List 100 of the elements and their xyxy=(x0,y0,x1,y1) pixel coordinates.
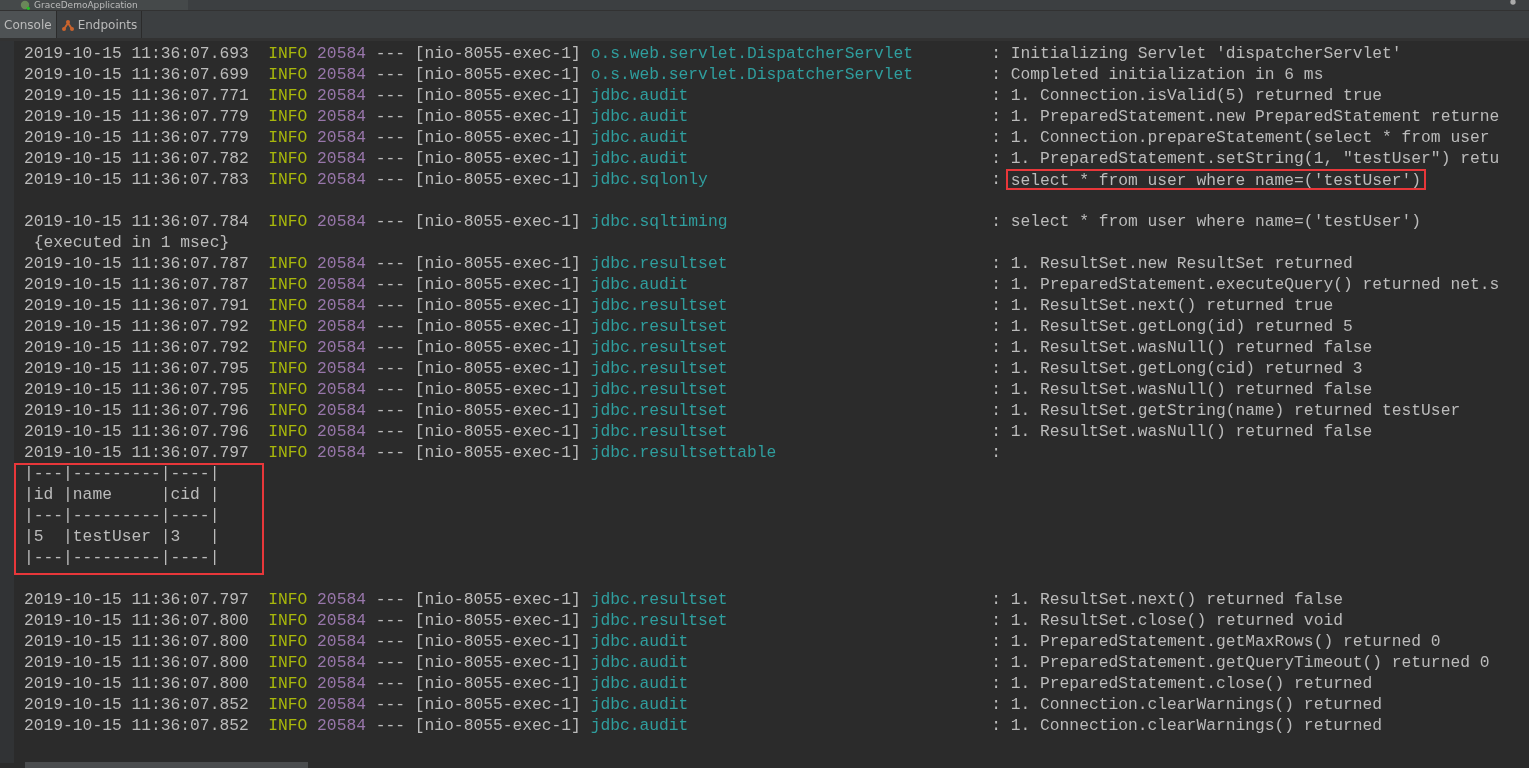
logger-name: jdbc.audit xyxy=(590,274,690,295)
process-id: 20584 xyxy=(317,169,367,190)
log-level: INFO xyxy=(268,253,309,274)
log-level: INFO xyxy=(268,316,309,337)
separator-dashes: --- xyxy=(375,274,406,295)
log-message: 1. ResultSet.next() returned false xyxy=(1010,589,1343,610)
logger-name: jdbc.audit xyxy=(590,694,690,715)
separator-dashes: --- xyxy=(375,169,406,190)
timestamp: 2019-10-15 11:36:07.779 xyxy=(24,127,250,148)
separator-colon: : xyxy=(991,379,1002,400)
run-tab[interactable]: GraceDemoApplication xyxy=(0,0,188,10)
log-level: INFO xyxy=(268,43,309,64)
logger-name: jdbc.resultsettable xyxy=(590,442,778,463)
thread-name: [nio-8055-exec-1] xyxy=(414,610,582,631)
separator-dashes: --- xyxy=(375,694,406,715)
thread-name: [nio-8055-exec-1] xyxy=(414,316,582,337)
console-tab[interactable]: Console xyxy=(0,11,57,38)
thread-name: [nio-8055-exec-1] xyxy=(414,295,582,316)
timestamp: 2019-10-15 11:36:07.693 xyxy=(24,43,250,64)
separator-dashes: --- xyxy=(375,421,406,442)
separator-dashes: --- xyxy=(375,589,406,610)
process-id: 20584 xyxy=(317,631,367,652)
process-id: 20584 xyxy=(317,652,367,673)
process-id: 20584 xyxy=(317,148,367,169)
log-level: INFO xyxy=(268,589,309,610)
log-level: INFO xyxy=(268,610,309,631)
separator-colon: : xyxy=(991,169,1002,190)
logger-name: jdbc.audit xyxy=(590,127,690,148)
logger-name: jdbc.audit xyxy=(590,652,690,673)
logger-name: jdbc.sqltiming xyxy=(590,211,729,232)
log-message: Completed initialization in 6 ms xyxy=(1010,64,1324,85)
log-message: 1. ResultSet.getString(name) returned testUser xyxy=(1010,400,1461,421)
separator-dashes: --- xyxy=(375,652,406,673)
thread-name: [nio-8055-exec-1] xyxy=(414,211,582,232)
thread-name: [nio-8055-exec-1] xyxy=(414,379,582,400)
result-table-line: |5 |testUser |3 | xyxy=(24,526,221,547)
thread-name: [nio-8055-exec-1] xyxy=(414,85,582,106)
log-level: INFO xyxy=(268,442,309,463)
timestamp: 2019-10-15 11:36:07.795 xyxy=(24,379,250,400)
separator-dashes: --- xyxy=(375,631,406,652)
timestamp: 2019-10-15 11:36:07.782 xyxy=(24,148,250,169)
process-id: 20584 xyxy=(317,316,367,337)
separator-dashes: --- xyxy=(375,358,406,379)
timestamp: 2019-10-15 11:36:07.852 xyxy=(24,715,250,736)
logger-name: jdbc.resultset xyxy=(590,253,729,274)
separator-colon: : xyxy=(991,295,1002,316)
log-message: 1. PreparedStatement.close() returned xyxy=(1010,673,1373,694)
separator-colon: : xyxy=(991,631,1002,652)
scrollbar-thumb[interactable] xyxy=(25,762,308,768)
thread-name: [nio-8055-exec-1] xyxy=(414,253,582,274)
timestamp: 2019-10-15 11:36:07.792 xyxy=(24,337,250,358)
log-message: 1. PreparedStatement.getQueryTimeout() returned 0 xyxy=(1010,652,1490,673)
thread-name: [nio-8055-exec-1] xyxy=(414,715,582,736)
thread-name: [nio-8055-exec-1] xyxy=(414,148,582,169)
process-id: 20584 xyxy=(317,274,367,295)
log-message: Initializing Servlet 'dispatcherServlet' xyxy=(1010,43,1402,64)
logger-name: jdbc.audit xyxy=(590,631,690,652)
log-message: 1. ResultSet.next() returned true xyxy=(1010,295,1334,316)
separator-colon: : xyxy=(991,421,1002,442)
separator-colon: : xyxy=(991,64,1002,85)
log-level: INFO xyxy=(268,148,309,169)
log-level: INFO xyxy=(268,64,309,85)
app-icon xyxy=(20,0,30,10)
log-level: INFO xyxy=(268,652,309,673)
log-message: 1. Connection.prepareStatement(select * from user xyxy=(1010,127,1490,148)
timestamp: 2019-10-15 11:36:07.800 xyxy=(24,631,250,652)
process-id: 20584 xyxy=(317,85,367,106)
timestamp: 2019-10-15 11:36:07.796 xyxy=(24,400,250,421)
thread-name: [nio-8055-exec-1] xyxy=(414,400,582,421)
thread-name: [nio-8055-exec-1] xyxy=(414,64,582,85)
process-id: 20584 xyxy=(317,421,367,442)
timestamp: 2019-10-15 11:36:07.792 xyxy=(24,316,250,337)
logger-name: jdbc.resultset xyxy=(590,421,729,442)
result-table-line: |---|---------|----| xyxy=(24,505,221,526)
log-level: INFO xyxy=(268,694,309,715)
process-id: 20584 xyxy=(317,253,367,274)
log-message: 1. ResultSet.wasNull() returned false xyxy=(1010,421,1373,442)
thread-name: [nio-8055-exec-1] xyxy=(414,589,582,610)
log-level: INFO xyxy=(268,127,309,148)
log-level: INFO xyxy=(268,400,309,421)
result-table-line: |---|---------|----| xyxy=(24,463,221,484)
log-level: INFO xyxy=(268,169,309,190)
separator-dashes: --- xyxy=(375,43,406,64)
log-message: 1. PreparedStatement.executeQuery() returned net.s xyxy=(1010,274,1500,295)
log-message: 1. Connection.clearWarnings() returned xyxy=(1010,715,1383,736)
separator-dashes: --- xyxy=(375,64,406,85)
separator-colon: : xyxy=(991,85,1002,106)
timestamp: 2019-10-15 11:36:07.784 xyxy=(24,211,250,232)
timestamp: 2019-10-15 11:36:07.797 xyxy=(24,442,250,463)
process-id: 20584 xyxy=(317,211,367,232)
log-message: 1. Connection.isValid(5) returned true xyxy=(1010,85,1383,106)
process-id: 20584 xyxy=(317,400,367,421)
log-message: 1. ResultSet.getLong(cid) returned 3 xyxy=(1010,358,1363,379)
separator-colon: : xyxy=(991,148,1002,169)
separator-dashes: --- xyxy=(375,337,406,358)
process-id: 20584 xyxy=(317,379,367,400)
endpoints-tab[interactable]: Endpoints xyxy=(56,11,143,38)
log-message: 1. PreparedStatement.new PreparedStatement returne xyxy=(1010,106,1500,127)
process-id: 20584 xyxy=(317,295,367,316)
thread-name: [nio-8055-exec-1] xyxy=(414,127,582,148)
